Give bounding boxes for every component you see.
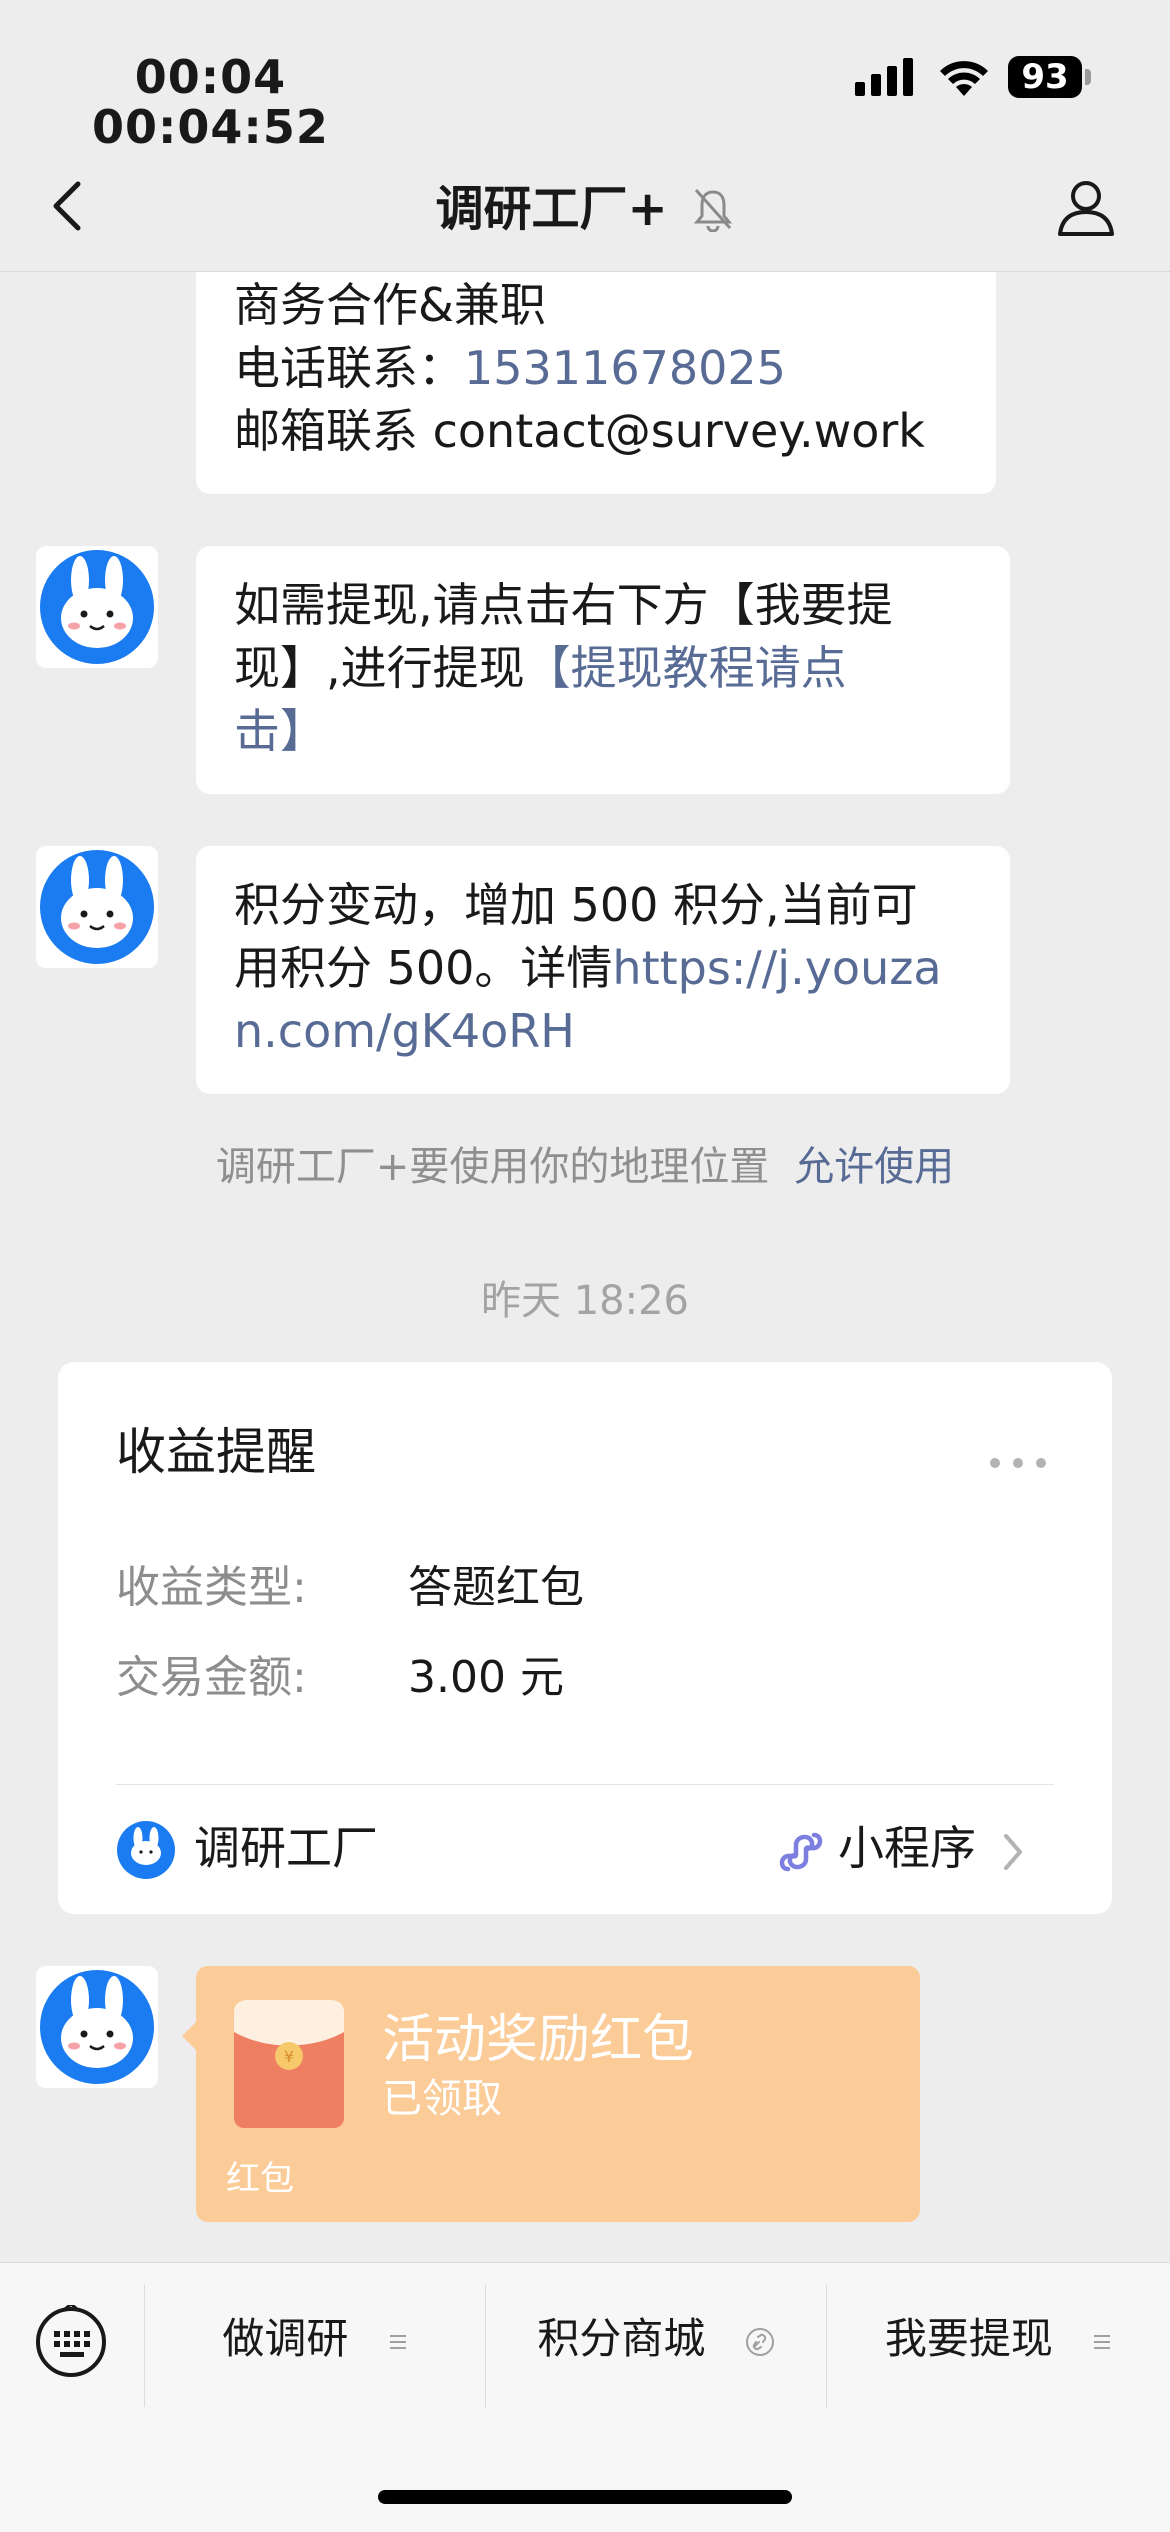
status-time-line2: 00:04:52 xyxy=(92,100,329,154)
mini-program-logo xyxy=(117,1821,175,1879)
phone-link[interactable]: 15311678025 xyxy=(464,341,786,395)
allow-location-link[interactable]: 允许使用 xyxy=(794,1144,954,1190)
keyboard-icon[interactable] xyxy=(34,2305,108,2379)
location-permission-note: 调研工厂+要使用你的地理位置 允许使用 xyxy=(0,1134,1170,1192)
message-line: 现】,进行提现【提现教程请点 xyxy=(234,641,847,695)
divider xyxy=(116,1784,1054,1785)
menu-lines-icon xyxy=(389,2334,406,2349)
points-detail-link[interactable]: https://j.youza xyxy=(612,941,941,995)
cellular-signal-icon xyxy=(855,58,913,96)
home-indicator[interactable] xyxy=(378,2490,792,2504)
chat-title: 调研工厂+ xyxy=(0,176,1170,239)
earning-type-label: 收益类型: xyxy=(116,1562,307,1613)
avatar[interactable] xyxy=(36,846,158,968)
menu-lines-icon xyxy=(1094,2334,1111,2349)
message-line: 用积分 500。详情https://j.youza xyxy=(234,941,942,995)
bell-off-icon xyxy=(694,188,733,232)
more-icon[interactable] xyxy=(988,1456,1048,1470)
location-note-text: 调研工厂+要使用你的地理位置 xyxy=(215,1144,770,1190)
person-icon[interactable] xyxy=(1054,176,1118,240)
red-packet-status: 已领取 xyxy=(382,2076,502,2122)
message-withdraw-guide[interactable]: 如需提现,请点击右下方【我要提 现】,进行提现【提现教程请点 击】 xyxy=(196,546,1010,794)
message-contact-info[interactable]: 商务合作&兼职 电话联系：15311678025 邮箱联系 contact@su… xyxy=(196,240,996,494)
status-time-line1: 00:04 xyxy=(134,50,287,104)
menu-do-survey-label: 做调研 xyxy=(222,2314,349,2363)
message-timestamp: 昨天 18:26 xyxy=(481,1278,689,1324)
menu-points-mall[interactable]: 积分商城 xyxy=(486,2307,826,2371)
rabbit-avatar-icon xyxy=(40,850,154,964)
mini-program-tag-text: 小程序 xyxy=(838,1821,976,1875)
avatar[interactable] xyxy=(36,546,158,668)
red-envelope-icon: ¥ xyxy=(234,2000,344,2128)
amount-value: 3.00 元 xyxy=(408,1652,564,1703)
menu-points-mall-label: 积分商城 xyxy=(537,2314,706,2363)
earnings-reminder-card[interactable]: 收益提醒 收益类型: 答题红包 交易金额: 3.00 元 调研工厂 小程序 xyxy=(58,1362,1112,1914)
svg-text:¥: ¥ xyxy=(284,2047,294,2066)
points-detail-link-cont[interactable]: n.com/gK4oRH xyxy=(234,1000,972,1063)
earning-type-value: 答题红包 xyxy=(408,1562,584,1613)
red-packet-label: 红包 xyxy=(226,2159,294,2199)
withdraw-tutorial-link-cont[interactable]: 击】 xyxy=(234,700,972,763)
link-icon xyxy=(745,2327,774,2356)
mini-program-name: 调研工厂 xyxy=(194,1821,378,1875)
message-points-change[interactable]: 积分变动，增加 500 积分,当前可 用积分 500。详情https://j.y… xyxy=(196,846,1010,1094)
red-packet-title: 活动奖励红包 xyxy=(382,2010,695,2070)
chat-title-text: 调研工厂+ xyxy=(435,181,668,237)
top-bar: 00:04 00:04:52 93 调研工厂+ xyxy=(0,0,1170,272)
chevron-right-icon xyxy=(1004,1833,1022,1870)
battery-icon: 93 xyxy=(1008,56,1092,98)
avatar[interactable] xyxy=(36,1966,158,2088)
message-line: 电话联系：15311678025 xyxy=(234,341,786,395)
card-title: 收益提醒 xyxy=(116,1423,316,1481)
mini-program-icon xyxy=(779,1832,823,1871)
menu-withdraw-label: 我要提现 xyxy=(884,2314,1053,2363)
amount-label: 交易金额: xyxy=(116,1652,307,1703)
status-time: 00:04 00:04:52 xyxy=(92,52,329,152)
message-line: 积分变动，增加 500 积分,当前可 xyxy=(234,878,918,932)
menu-withdraw[interactable]: 我要提现 xyxy=(827,2307,1170,2371)
red-packet-message[interactable]: ¥ 活动奖励红包 已领取 红包 xyxy=(182,1966,920,2222)
battery-level: 93 xyxy=(1008,56,1082,98)
menu-do-survey[interactable]: 做调研 xyxy=(145,2307,485,2371)
rabbit-avatar-icon xyxy=(40,1970,154,2084)
withdraw-tutorial-link[interactable]: 【提现教程请点 xyxy=(525,641,847,695)
rabbit-avatar-icon xyxy=(40,550,154,664)
message-line: 如需提现,请点击右下方【我要提 xyxy=(234,578,893,632)
wifi-icon xyxy=(940,61,988,96)
message-line: 邮箱联系 contact@survey.work xyxy=(234,404,925,458)
mini-program-tag[interactable]: 小程序 xyxy=(778,1816,1026,1880)
message-line: 商务合作&兼职 xyxy=(234,278,546,332)
